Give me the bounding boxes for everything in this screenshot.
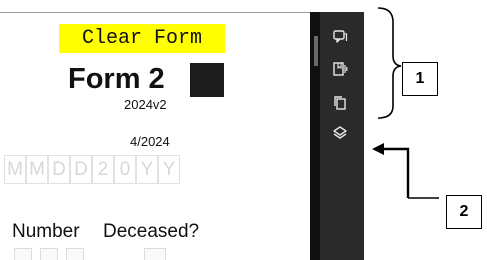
callout-label-1: 1 — [402, 62, 438, 96]
arrow-annotation — [372, 143, 439, 199]
annotation-overlay — [372, 7, 439, 199]
curly-brace-annotation — [377, 7, 402, 119]
callout-label-2: 2 — [446, 195, 482, 229]
